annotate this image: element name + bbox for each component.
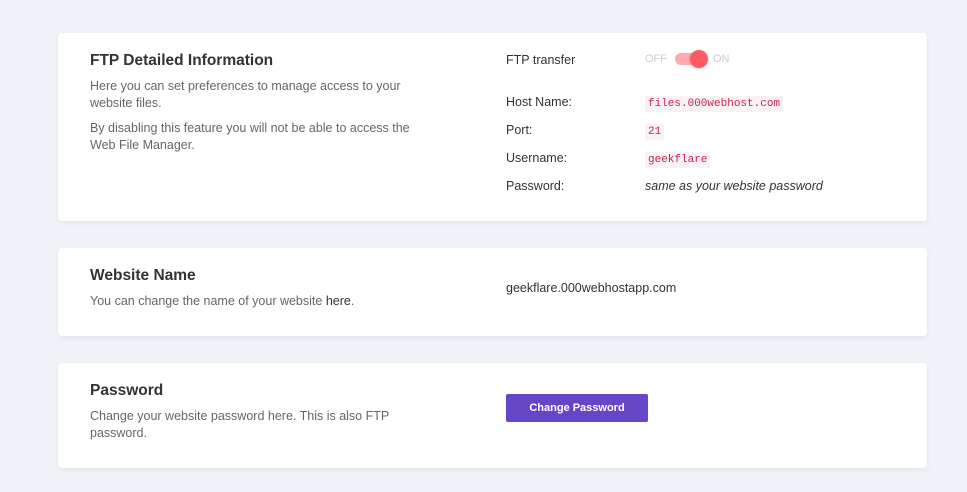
password-desc: Change your website password here. This … <box>90 409 389 440</box>
host-label: Host Name: <box>506 95 572 109</box>
password-label: Password: <box>506 179 565 193</box>
password-value: same as your website password <box>645 179 823 193</box>
toggle-off-label: OFF <box>645 53 667 65</box>
website-name-card: Website Name You can change the name of … <box>58 248 927 336</box>
website-name-title: Website Name <box>90 267 196 284</box>
ftp-transfer-label: FTP transfer <box>506 53 576 67</box>
website-name-value: geekflare.000webhostapp.com <box>506 281 677 295</box>
change-name-link[interactable]: here <box>326 294 351 308</box>
toggle-knob[interactable] <box>690 50 708 68</box>
host-value: files.000webhost.com <box>645 96 784 112</box>
ftp-title: FTP Detailed Information <box>90 52 274 69</box>
website-name-desc: You can change the name of your website … <box>90 294 355 308</box>
password-title: Password <box>90 382 164 399</box>
password-card: Password Change your website password he… <box>58 363 927 468</box>
username-label: Username: <box>506 151 568 165</box>
username-value: geekflare <box>645 152 711 168</box>
toggle-track[interactable] <box>675 50 708 68</box>
port-label: Port: <box>506 123 533 137</box>
port-value: 21 <box>645 124 665 140</box>
ftp-card: FTP Detailed Information Here you can se… <box>58 33 927 221</box>
ftp-desc: Here you can set preferences to manage a… <box>90 79 401 110</box>
change-password-button[interactable]: Change Password <box>506 394 648 422</box>
ftp-warning: By disabling this feature you will not b… <box>90 121 410 152</box>
ftp-transfer-toggle[interactable]: OFF ON <box>645 50 730 68</box>
toggle-on-label: ON <box>713 53 730 65</box>
